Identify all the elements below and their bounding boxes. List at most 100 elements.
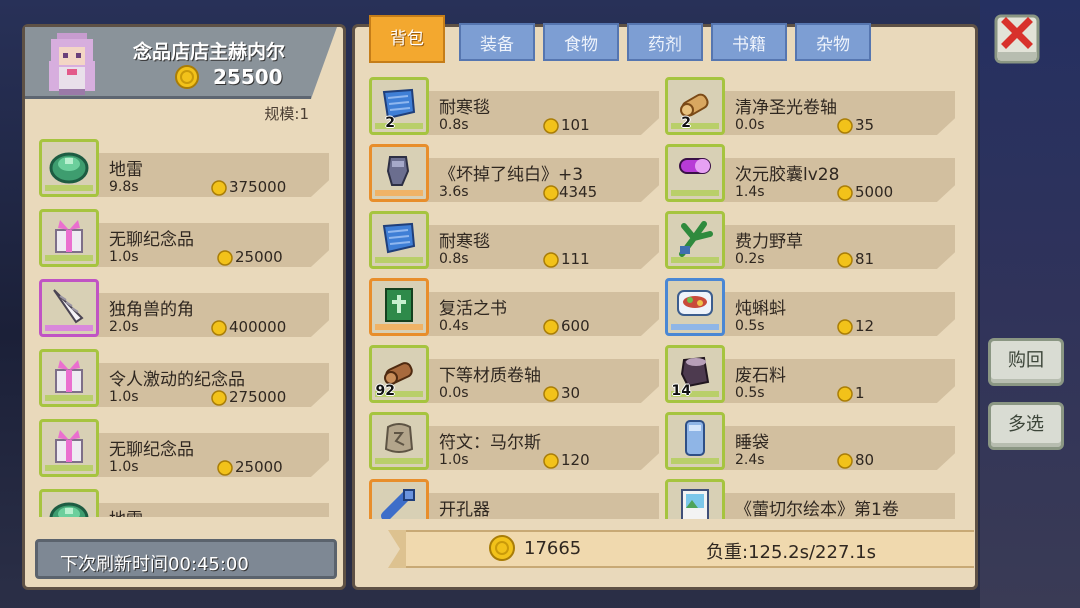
item-name: 《蕾切尔绘本》第1卷 [735,500,899,519]
inventory-item[interactable]: 次元胶囊lv28 1.4s 5000 [665,144,955,204]
picture-book-icon [681,489,709,519]
inventory-item[interactable]: 《坏掉了纯白》+3 3.6s 4345 [369,144,659,204]
item-name: 独角兽的角 [109,300,194,320]
inventory-item[interactable]: 14 废石料 0.5s 1 [665,345,955,405]
gold-coin-icon [211,390,227,406]
item-price: 400000 [229,318,287,336]
item-slot [665,412,725,470]
item-slot [665,278,725,336]
gold-coin-icon [211,320,227,336]
item-slot [369,479,429,519]
item-name: 废石料 [735,366,786,386]
inventory-item[interactable]: 符文：马尔斯 1.0s 120 [369,412,659,472]
item-time: 3.6s [439,184,469,200]
item-price: 25000 [235,248,283,266]
inventory-item[interactable]: 复活之书 0.4s 600 [369,278,659,338]
inventory-item[interactable]: 炖蝌蚪 0.5s 12 [665,278,955,338]
tab-equipment[interactable]: 装备 [459,23,535,61]
item-time: 9.8s [109,179,139,195]
close-button[interactable] [994,12,1040,66]
shop-item[interactable]: 地雷 [39,489,339,517]
gold-coin-icon [837,386,853,402]
item-name: 下等材质卷轴 [439,366,541,386]
item-time: 0.0s [735,117,765,133]
item-name: 地雷 [109,160,143,180]
item-slot [39,419,99,477]
unicorn-horn-icon [53,289,84,324]
item-price: 1 [855,384,865,402]
shop-item[interactable]: 地雷 9.8s 375000 [39,139,339,199]
item-slot [369,278,429,336]
sleeping-bag-icon [685,420,705,456]
item-price: 81 [855,250,875,268]
carry-weight: 负重:125.2s/227.1s [706,542,876,563]
item-price: 275000 [229,388,287,406]
item-price: 120 [561,451,590,469]
item-count: 2 [681,115,691,131]
item-time: 1.0s [439,452,469,468]
item-price: 12 [855,317,875,335]
inventory-item[interactable]: 睡袋 2.4s 80 [665,412,955,472]
item-name: 开孔器 [439,500,490,519]
shop-item[interactable]: 令人激动的纪念品 1.0s 275000 [39,349,339,409]
inventory-item-list[interactable]: 2 耐寒毯 0.8s 101 2 清净圣光卷轴 0.0s 35 《坏掉了纯白》+… [369,77,969,519]
inventory-item[interactable]: 92 下等材质卷轴 0.0s 30 [369,345,659,405]
item-slot [39,279,99,337]
item-price: 5000 [855,183,894,201]
blanket-icon [382,222,416,254]
inventory-item[interactable]: 2 耐寒毯 0.8s 101 [369,77,659,137]
inventory-item[interactable]: 费力野草 0.2s 81 [665,211,955,271]
multi-select-button[interactable]: 多选 [988,402,1064,450]
item-time: 2.4s [735,452,765,468]
tab-bag[interactable]: 背包 [369,15,445,63]
item-price: 80 [855,451,875,469]
item-time: 0.2s [735,251,765,267]
shop-owner-card: 念品店店主赫内尔 25500 [25,27,337,99]
item-price: 600 [561,317,590,335]
item-price: 4345 [559,183,598,201]
item-name: 睡袋 [735,433,769,453]
inventory-item[interactable]: 2 清净圣光卷轴 0.0s 35 [665,77,955,137]
inventory-item[interactable]: 开孔器 [369,479,659,519]
item-slot [369,211,429,269]
item-slot [665,211,725,269]
shop-item[interactable]: 无聊纪念品 1.0s 25000 [39,209,339,269]
item-price: 25000 [235,458,283,476]
item-name: 费力野草 [735,232,803,252]
gift-box-icon [55,360,83,393]
gold-coin-icon [543,386,559,402]
item-time: 1.4s [735,184,765,200]
item-count: 2 [385,115,395,131]
item-slot [39,489,99,517]
shop-item[interactable]: 独角兽的角 2.0s 400000 [39,279,339,339]
shop-item[interactable]: 无聊纪念品 1.0s 25000 [39,419,339,479]
tab-misc[interactable]: 杂物 [795,23,871,61]
item-slot [665,144,725,202]
weed-icon [679,221,713,257]
gold-coin-icon [217,460,233,476]
refresh-timer: 下次刷新时间00:45:00 [60,554,249,575]
inventory-panel: 背包 装备 食物 药剂 书籍 杂物 2 耐寒毯 0.8s 101 2 清净圣光卷… [352,15,978,590]
drill-icon [381,489,415,519]
item-name: 符文：马尔斯 [439,433,541,453]
gift-box-icon [55,220,83,253]
capsule-icon [679,158,711,174]
item-name: 无聊纪念品 [109,230,194,250]
landmine-icon [49,502,89,517]
gold-coin-icon [211,180,227,196]
gift-box-icon [55,430,83,463]
inventory-item[interactable]: 耐寒毯 0.8s 111 [369,211,659,271]
buyback-button[interactable]: 购回 [988,338,1064,386]
gauntlet-icon [386,156,410,186]
player-money: 17665 [524,538,582,559]
tab-food[interactable]: 食物 [543,23,619,61]
item-name: 令人激动的纪念品 [109,370,245,390]
tab-potion[interactable]: 药剂 [627,23,703,61]
inventory-item[interactable]: 《蕾切尔绘本》第1卷 [665,479,955,519]
item-price: 30 [561,384,581,402]
shop-item-list[interactable]: 地雷 9.8s 375000 无聊纪念品 1.0s 25000 独角兽的角 2.… [39,139,339,517]
tab-books[interactable]: 书籍 [711,23,787,61]
gold-coin-icon [543,319,559,335]
gold-coin-icon [543,453,559,469]
stew-bowl-icon [677,290,713,316]
